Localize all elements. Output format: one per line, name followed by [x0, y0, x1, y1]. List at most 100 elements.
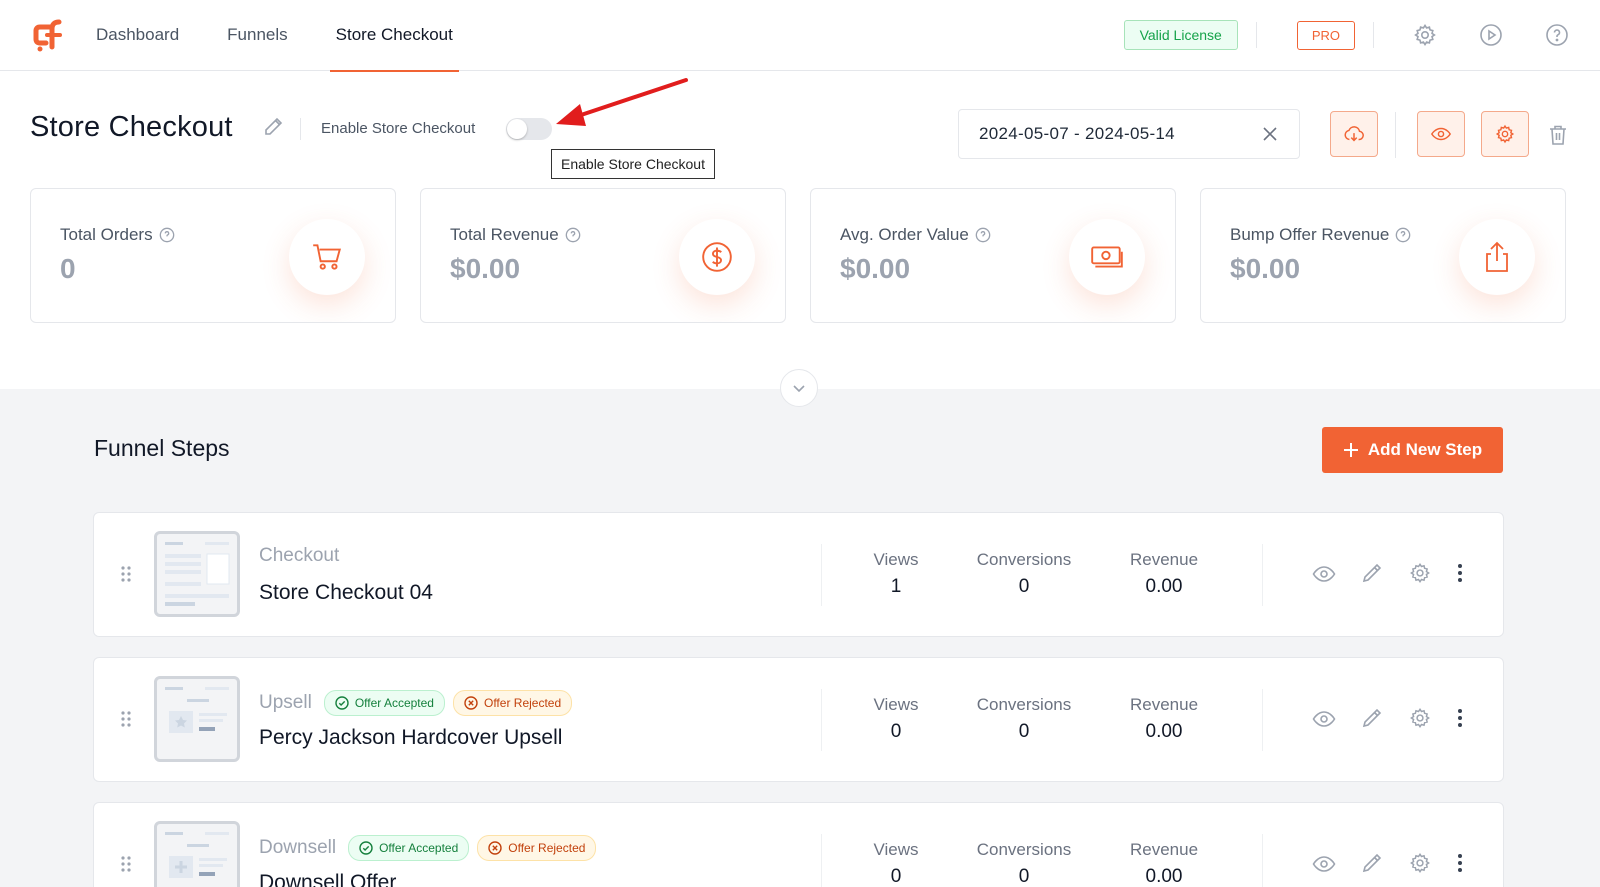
- help-circle-icon[interactable]: [159, 227, 175, 243]
- metric-views: Views 0: [873, 695, 919, 742]
- close-icon[interactable]: [1261, 125, 1279, 143]
- more-vertical-icon[interactable]: [1457, 853, 1463, 873]
- step-type-row: Downsell Offer Accepted Offer Rejected: [259, 835, 597, 861]
- step-name[interactable]: Percy Jackson Hardcover Upsell: [259, 726, 562, 750]
- page-preview-image: [165, 687, 229, 733]
- nav-divider: [1373, 22, 1374, 48]
- step-row-downsell[interactable]: Downsell Offer Accepted Offer Rejected D…: [93, 802, 1504, 887]
- row-divider: [821, 689, 822, 751]
- metric-revenue: Revenue 0.00: [1129, 840, 1199, 887]
- row-divider: [1262, 544, 1263, 606]
- help-circle-icon[interactable]: [1544, 22, 1570, 48]
- offer-rejected-badge[interactable]: Offer Rejected: [452, 690, 573, 716]
- eye-icon: [1430, 127, 1452, 141]
- gear-icon: [1495, 124, 1515, 144]
- offer-accepted-badge[interactable]: Offer Accepted: [348, 835, 470, 861]
- nav-funnels[interactable]: Funnels: [227, 0, 287, 71]
- funnel-steps-section: Funnel Steps Add New Step Checkout Store…: [0, 389, 1600, 887]
- offer-accepted-badge[interactable]: Offer Accepted: [323, 690, 445, 716]
- step-type-row: Upsell Offer Accepted Offer Rejected: [259, 690, 573, 716]
- funnel-steps-title: Funnel Steps: [94, 435, 230, 461]
- page-preview-image: [165, 542, 230, 606]
- step-name[interactable]: Store Checkout 04: [259, 581, 433, 605]
- trash-icon[interactable]: [1548, 124, 1568, 146]
- check-circle-icon: [359, 841, 373, 855]
- eye-icon[interactable]: [1312, 854, 1336, 874]
- eye-icon[interactable]: [1312, 564, 1336, 584]
- page-title: Store Checkout: [30, 111, 233, 143]
- eye-icon[interactable]: [1312, 709, 1336, 729]
- toggle-tooltip: Enable Store Checkout: [551, 149, 715, 179]
- row-divider: [1262, 689, 1263, 751]
- stat-value: $0.00: [840, 253, 911, 284]
- stat-label: Bump Offer Revenue: [1230, 225, 1390, 244]
- pencil-icon[interactable]: [1361, 562, 1383, 584]
- toggle-knob: [507, 119, 527, 139]
- stat-card-total-orders: Total Orders 0: [30, 188, 396, 323]
- gear-icon[interactable]: [1409, 707, 1431, 729]
- dollar-circle-icon: [702, 242, 732, 272]
- gear-icon[interactable]: [1409, 562, 1431, 584]
- stat-value: $0.00: [450, 253, 521, 284]
- add-new-step-button[interactable]: Add New Step: [1322, 427, 1503, 473]
- add-new-step-label: Add New Step: [1367, 440, 1483, 459]
- step-name[interactable]: Downsell Offer: [259, 871, 396, 887]
- step-type: Upsell: [259, 692, 312, 713]
- row-divider: [821, 544, 822, 606]
- step-thumbnail[interactable]: [154, 676, 240, 762]
- gear-icon[interactable]: [1412, 22, 1438, 48]
- cartflows-logo[interactable]: [30, 17, 66, 53]
- cloud-download-icon: [1344, 126, 1364, 142]
- plus-icon: [1343, 443, 1358, 457]
- preview-button[interactable]: [1417, 111, 1465, 157]
- offer-rejected-badge[interactable]: Offer Rejected: [477, 835, 597, 861]
- step-type: Downsell: [259, 837, 337, 858]
- collapse-stats-button[interactable]: [780, 369, 818, 407]
- help-circle-icon[interactable]: [565, 227, 581, 243]
- step-row-upsell[interactable]: Upsell Offer Accepted Offer Rejected Per…: [93, 657, 1504, 782]
- edit-title-icon[interactable]: [262, 114, 286, 138]
- drag-handle-icon[interactable]: [120, 855, 132, 873]
- download-button[interactable]: [1330, 111, 1378, 157]
- metric-revenue: Revenue 0.00: [1129, 695, 1199, 742]
- enable-store-checkout-label: Enable Store Checkout: [321, 120, 476, 137]
- stat-card-bump-offer-revenue: Bump Offer Revenue $0.00: [1200, 188, 1566, 323]
- stat-value: $0.00: [1230, 253, 1301, 284]
- enable-store-checkout-toggle[interactable]: [506, 118, 552, 140]
- nav-store-checkout[interactable]: Store Checkout: [329, 0, 460, 72]
- stat-card-avg-order-value: Avg. Order Value $0.00: [810, 188, 1176, 323]
- help-circle-icon[interactable]: [1395, 227, 1411, 243]
- step-type: Checkout: [259, 545, 340, 566]
- gear-icon[interactable]: [1409, 852, 1431, 874]
- step-thumbnail[interactable]: [154, 531, 240, 617]
- header-divider: [300, 118, 301, 140]
- play-circle-icon[interactable]: [1478, 22, 1504, 48]
- metric-views: Views 1: [873, 550, 919, 597]
- pencil-icon[interactable]: [1361, 707, 1383, 729]
- metric-conversions: Conversions 0: [976, 695, 1072, 742]
- settings-button[interactable]: [1481, 111, 1529, 157]
- step-thumbnail[interactable]: [154, 821, 240, 887]
- cart-icon: [313, 244, 342, 270]
- date-range-picker[interactable]: 2024-05-07 - 2024-05-14: [958, 109, 1300, 159]
- help-circle-icon[interactable]: [975, 227, 991, 243]
- x-circle-icon: [464, 696, 478, 710]
- metric-views: Views 0: [873, 840, 919, 887]
- pro-badge[interactable]: PRO: [1296, 20, 1355, 50]
- drag-handle-icon[interactable]: [120, 710, 132, 728]
- share-up-icon: [1486, 241, 1508, 272]
- more-vertical-icon[interactable]: [1457, 708, 1463, 728]
- pencil-icon[interactable]: [1361, 852, 1383, 874]
- stat-label: Avg. Order Value: [840, 225, 969, 244]
- stat-label: Total Revenue: [450, 225, 559, 244]
- nav-divider: [1255, 22, 1257, 48]
- stat-label: Total Orders: [60, 225, 153, 244]
- drag-handle-icon[interactable]: [120, 565, 132, 583]
- row-divider: [1262, 834, 1263, 887]
- license-badge[interactable]: Valid License: [1123, 20, 1238, 50]
- step-row-checkout[interactable]: Checkout Store Checkout 04 Views 1 Conve…: [93, 512, 1504, 637]
- nav-dashboard[interactable]: Dashboard: [96, 0, 179, 71]
- more-vertical-icon[interactable]: [1457, 563, 1463, 583]
- metric-conversions: Conversions 0: [976, 550, 1072, 597]
- stat-value: 0: [60, 253, 76, 284]
